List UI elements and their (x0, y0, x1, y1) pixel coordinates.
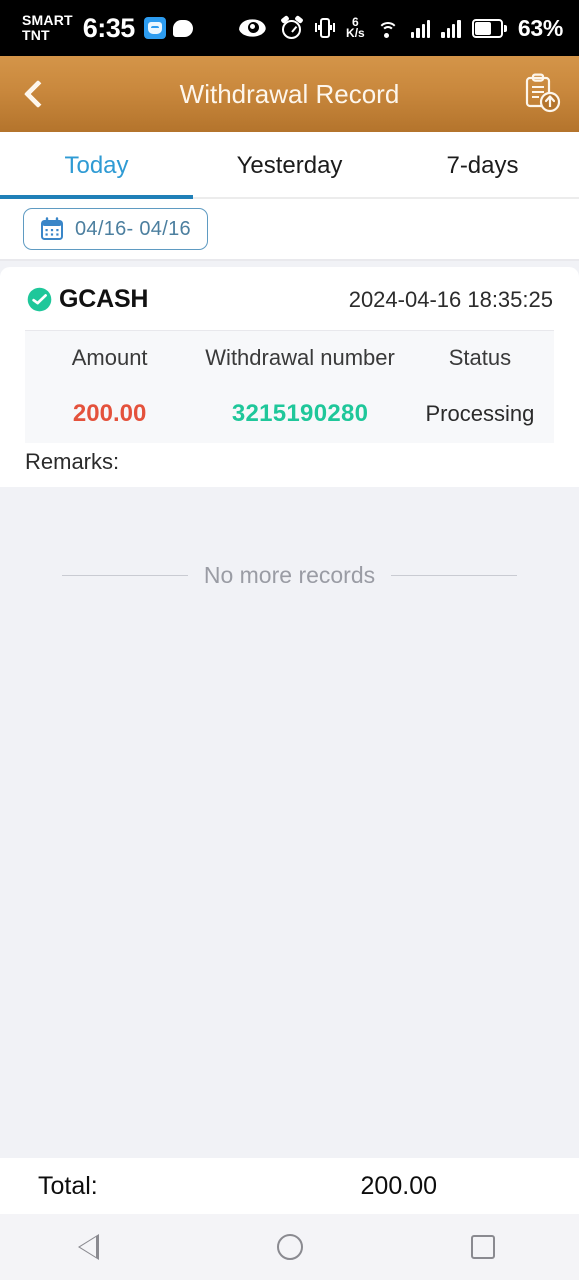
column-header-amount: Amount (71, 345, 148, 370)
nav-home-circle-icon (276, 1234, 303, 1260)
carrier-line-1: SMART (22, 12, 73, 28)
clipboard-upload-icon (525, 73, 561, 113)
nav-recents-button[interactable] (443, 1214, 523, 1280)
tab-yesterday[interactable]: Yesterday (193, 132, 386, 199)
column-header-status: Status (448, 345, 512, 370)
record-table: Amount Withdrawal number Status 200.00 3… (25, 330, 554, 443)
vibrate-icon (315, 16, 336, 40)
record-remarks: Remarks: (0, 443, 579, 475)
status-bar: SMART TNT 6:35 6 K/s 63% (0, 0, 579, 56)
list-end-label: No more records (203, 562, 376, 588)
withdrawal-record-card[interactable]: GCASH 2024-04-16 18:35:25 Amount Withdra… (0, 267, 579, 487)
calendar-icon (41, 217, 63, 240)
period-tabs: Today Yesterday 7-days (0, 132, 579, 199)
payment-channel: GCASH (26, 285, 148, 314)
network-speed-indicator: 6 K/s (346, 16, 365, 40)
app-header: Withdrawal Record (0, 56, 579, 132)
back-button[interactable] (0, 56, 70, 132)
chevron-left-icon (23, 79, 52, 109)
payment-channel-label: GCASH (59, 285, 149, 313)
nav-back-triangle-inner (80, 1237, 96, 1257)
status-system-icons: 6 K/s 63% (315, 15, 563, 42)
total-bar: Total: 200.00 (0, 1158, 579, 1214)
tabs-divider (193, 197, 579, 199)
tab-7-days-label: 7-days (446, 151, 519, 179)
nav-back-button[interactable] (57, 1214, 137, 1280)
remarks-label: Remarks: (25, 449, 120, 474)
nav-home-button[interactable] (250, 1214, 330, 1280)
cell-amount: 200.00 (72, 400, 147, 427)
total-label: Total: (38, 1171, 98, 1200)
tab-yesterday-label: Yesterday (236, 151, 343, 179)
cell-status: Processing (425, 401, 535, 426)
nav-recents-square-icon (470, 1235, 495, 1259)
battery-percent-label: 63% (517, 14, 563, 41)
record-timestamp: 2024-04-16 18:35:25 (348, 286, 553, 312)
divider-line-left (62, 574, 188, 577)
record-card-header: GCASH 2024-04-16 18:35:25 (0, 267, 579, 330)
tab-today-label: Today (64, 151, 129, 179)
cell-withdrawal-number: 3215190280 (231, 400, 369, 427)
app-badge-icon (143, 17, 166, 39)
status-notification-icons (143, 17, 193, 39)
total-value: 200.00 (360, 1171, 437, 1200)
network-speed-unit: K/s (346, 26, 365, 40)
list-end-divider: No more records (0, 562, 579, 589)
divider-line-right (391, 574, 517, 577)
filter-row: 04/16- 04/16 (0, 199, 579, 261)
table-header-row: Amount Withdrawal number Status (25, 331, 554, 385)
status-mid-icons (238, 15, 304, 39)
eye-icon (238, 19, 266, 37)
battery-icon (471, 18, 507, 38)
signal-icon (410, 19, 431, 38)
records-scroll-area[interactable]: GCASH 2024-04-16 18:35:25 Amount Withdra… (0, 261, 579, 1158)
signal-icon (441, 19, 461, 38)
status-clock: 6:35 (82, 12, 136, 43)
alarm-icon (280, 15, 304, 39)
table-row: 200.00 3215190280 Processing (25, 385, 554, 443)
wifi-icon (376, 19, 400, 38)
chat-bubble-icon (172, 19, 193, 37)
date-range-label: 04/16- 04/16 (75, 217, 191, 240)
column-header-withdrawal-number: Withdrawal number (205, 345, 395, 370)
export-record-button[interactable] (505, 56, 579, 132)
android-navigation-bar (0, 1214, 579, 1280)
carrier-label: SMART TNT (22, 13, 73, 43)
active-tab-indicator (0, 195, 193, 199)
carrier-line-2: TNT (22, 27, 50, 43)
tab-7-days[interactable]: 7-days (386, 132, 579, 199)
page-title: Withdrawal Record (179, 78, 400, 109)
tab-today[interactable]: Today (0, 132, 193, 199)
gcash-check-icon (27, 287, 52, 312)
date-range-filter[interactable]: 04/16- 04/16 (23, 208, 208, 250)
